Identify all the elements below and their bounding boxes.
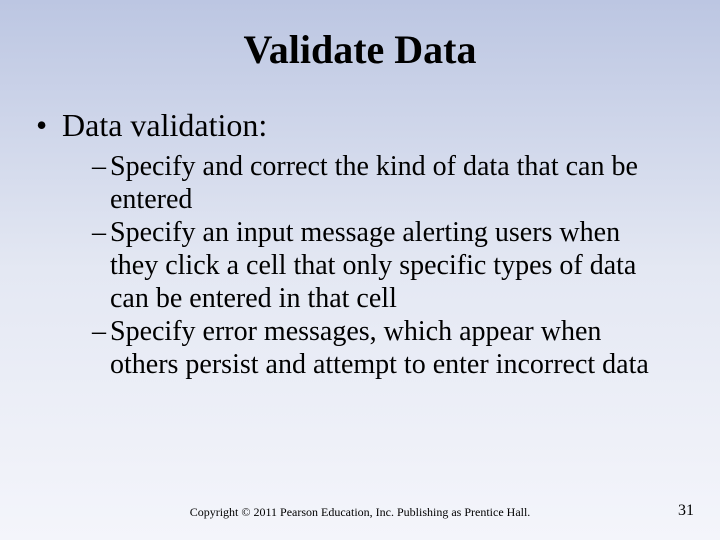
- sub-bullet-1: Specify and correct the kind of data tha…: [92, 150, 672, 216]
- copyright-text: Copyright © 2011 Pearson Education, Inc.…: [0, 505, 720, 520]
- sub-bullet-group: Specify and correct the kind of data tha…: [92, 150, 672, 381]
- bullet-level1: Data validation:: [36, 107, 690, 144]
- page-number: 31: [678, 502, 694, 520]
- sub-bullet-3: Specify error messages, which appear whe…: [92, 315, 672, 381]
- slide-title: Validate Data: [30, 26, 690, 73]
- sub-bullet-2: Specify an input message alerting users …: [92, 216, 672, 315]
- slide: Validate Data Data validation: Specify a…: [0, 0, 720, 540]
